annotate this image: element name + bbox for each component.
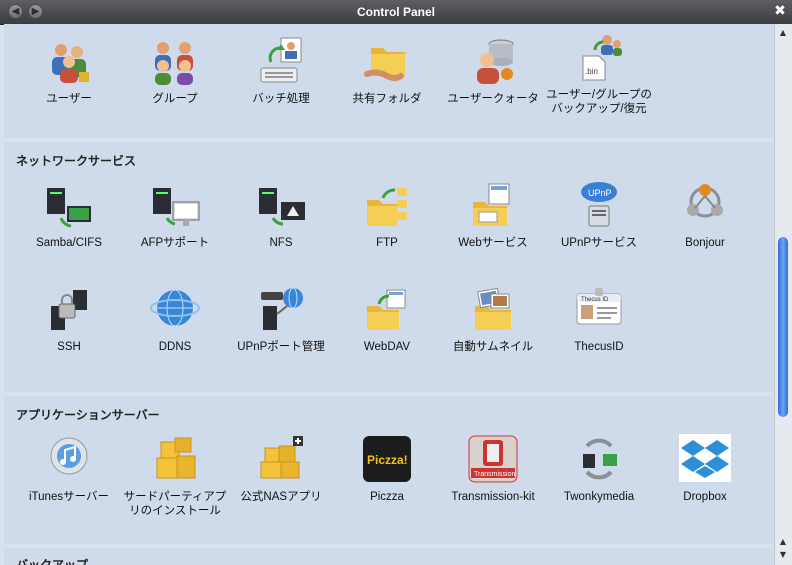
item-shared-folder[interactable]: 共有フォルダ — [334, 34, 440, 106]
samba-icon — [41, 178, 97, 234]
transmission-text: Transmission — [474, 471, 515, 478]
bonjour-icon — [677, 178, 733, 234]
item-samba[interactable]: Samba/CIFS — [16, 178, 122, 250]
section-heading: バックアップ — [16, 558, 89, 565]
thecus-card-text: Thecus ID — [581, 297, 609, 303]
transmission-icon: Transmission — [465, 432, 521, 488]
quota-icon — [465, 34, 521, 90]
item-thecus-id[interactable]: Thecus ID ThecusID — [546, 282, 652, 354]
user-section: ユーザー グループ バッチ処理 共有フォルダ ユーザークォータ .bin ユーザ… — [4, 24, 774, 138]
groups-icon — [147, 34, 203, 90]
section-heading: ネットワークサービス — [16, 154, 137, 168]
thumbnail-icon — [465, 282, 521, 338]
control-panel-content: ユーザー グループ バッチ処理 共有フォルダ ユーザークォータ .bin ユーザ… — [4, 24, 774, 565]
scroll-up-icon[interactable]: ▲ — [778, 28, 788, 38]
item-nfs[interactable]: NFS — [228, 178, 334, 250]
id-card-icon: Thecus ID — [571, 282, 627, 338]
piczza-text: Piczza! — [367, 453, 408, 467]
item-user-group-backup[interactable]: .bin ユーザー/グループのバックアップ/復元 — [546, 30, 652, 116]
item-upnp-port[interactable]: UPnPポート管理 — [228, 282, 334, 354]
item-batch[interactable]: バッチ処理 — [228, 34, 334, 106]
backup-restore-icon: .bin — [571, 30, 627, 86]
item-ftp[interactable]: FTP — [334, 178, 440, 250]
itunes-icon — [41, 432, 97, 488]
scroll-down-icon[interactable]: ▼ — [778, 550, 788, 560]
close-icon[interactable]: ✖ — [772, 2, 788, 20]
window-title: Control Panel — [356, 5, 435, 19]
item-auto-thumbnail[interactable]: 自動サムネイル — [440, 282, 546, 354]
web-service-icon — [465, 178, 521, 234]
item-ssh[interactable]: SSH — [16, 282, 122, 354]
batch-icon — [253, 34, 309, 90]
item-third-party-apps[interactable]: サードパーティアプリのインストール — [122, 432, 228, 518]
item-bonjour[interactable]: Bonjour — [652, 178, 758, 250]
item-upnp-service[interactable]: UPnP UPnPサービス — [546, 178, 652, 250]
webdav-icon — [359, 282, 415, 338]
ftp-icon — [359, 178, 415, 234]
section-heading: アプリケーションサーバー — [16, 408, 160, 422]
item-twonkymedia[interactable]: Twonkymedia — [546, 432, 652, 504]
afp-icon — [147, 178, 203, 234]
users-icon — [41, 34, 97, 90]
item-groups[interactable]: グループ — [122, 34, 228, 106]
upnp-icon: UPnP — [571, 178, 627, 234]
backup-section: バックアップ — [4, 548, 774, 565]
vertical-scrollbar[interactable]: ▲ ▲ ▼ — [774, 24, 792, 565]
package-icon — [147, 432, 203, 488]
application-server-section: アプリケーションサーバー iTunesサーバー サードパーティアプリのインストー… — [4, 396, 774, 544]
bin-text: .bin — [585, 67, 598, 76]
upnp-text: UPnP — [588, 188, 612, 198]
scroll-up-icon[interactable]: ▲ — [778, 537, 788, 547]
piczza-icon: Piczza! — [359, 432, 415, 488]
twonky-icon — [571, 432, 627, 488]
nfs-icon — [253, 178, 309, 234]
item-users[interactable]: ユーザー — [16, 34, 122, 106]
item-itunes-server[interactable]: iTunesサーバー — [16, 432, 122, 504]
package-add-icon — [253, 432, 309, 488]
dropbox-icon — [677, 432, 733, 488]
item-official-nas-apps[interactable]: 公式NASアプリ — [228, 432, 334, 504]
upnp-port-icon — [253, 282, 309, 338]
item-transmission-kit[interactable]: Transmission Transmission-kit — [440, 432, 546, 504]
item-web-service[interactable]: Webサービス — [440, 178, 546, 250]
network-services-section: ネットワークサービス Samba/CIFS AFPサポート NFS FTP We… — [4, 142, 774, 392]
item-user-quota[interactable]: ユーザークォータ — [440, 34, 546, 106]
ssh-icon — [41, 282, 97, 338]
item-ddns[interactable]: DDNS — [122, 282, 228, 354]
window-titlebar: ◀ ▶ Control Panel ✖ — [0, 0, 792, 25]
globe-icon — [147, 282, 203, 338]
item-dropbox[interactable]: Dropbox — [652, 432, 758, 504]
shared-folder-icon — [359, 34, 415, 90]
item-webdav[interactable]: WebDAV — [334, 282, 440, 354]
scroll-thumb[interactable] — [778, 237, 788, 417]
item-afp[interactable]: AFPサポート — [122, 178, 228, 250]
item-piczza[interactable]: Piczza! Piczza — [334, 432, 440, 504]
